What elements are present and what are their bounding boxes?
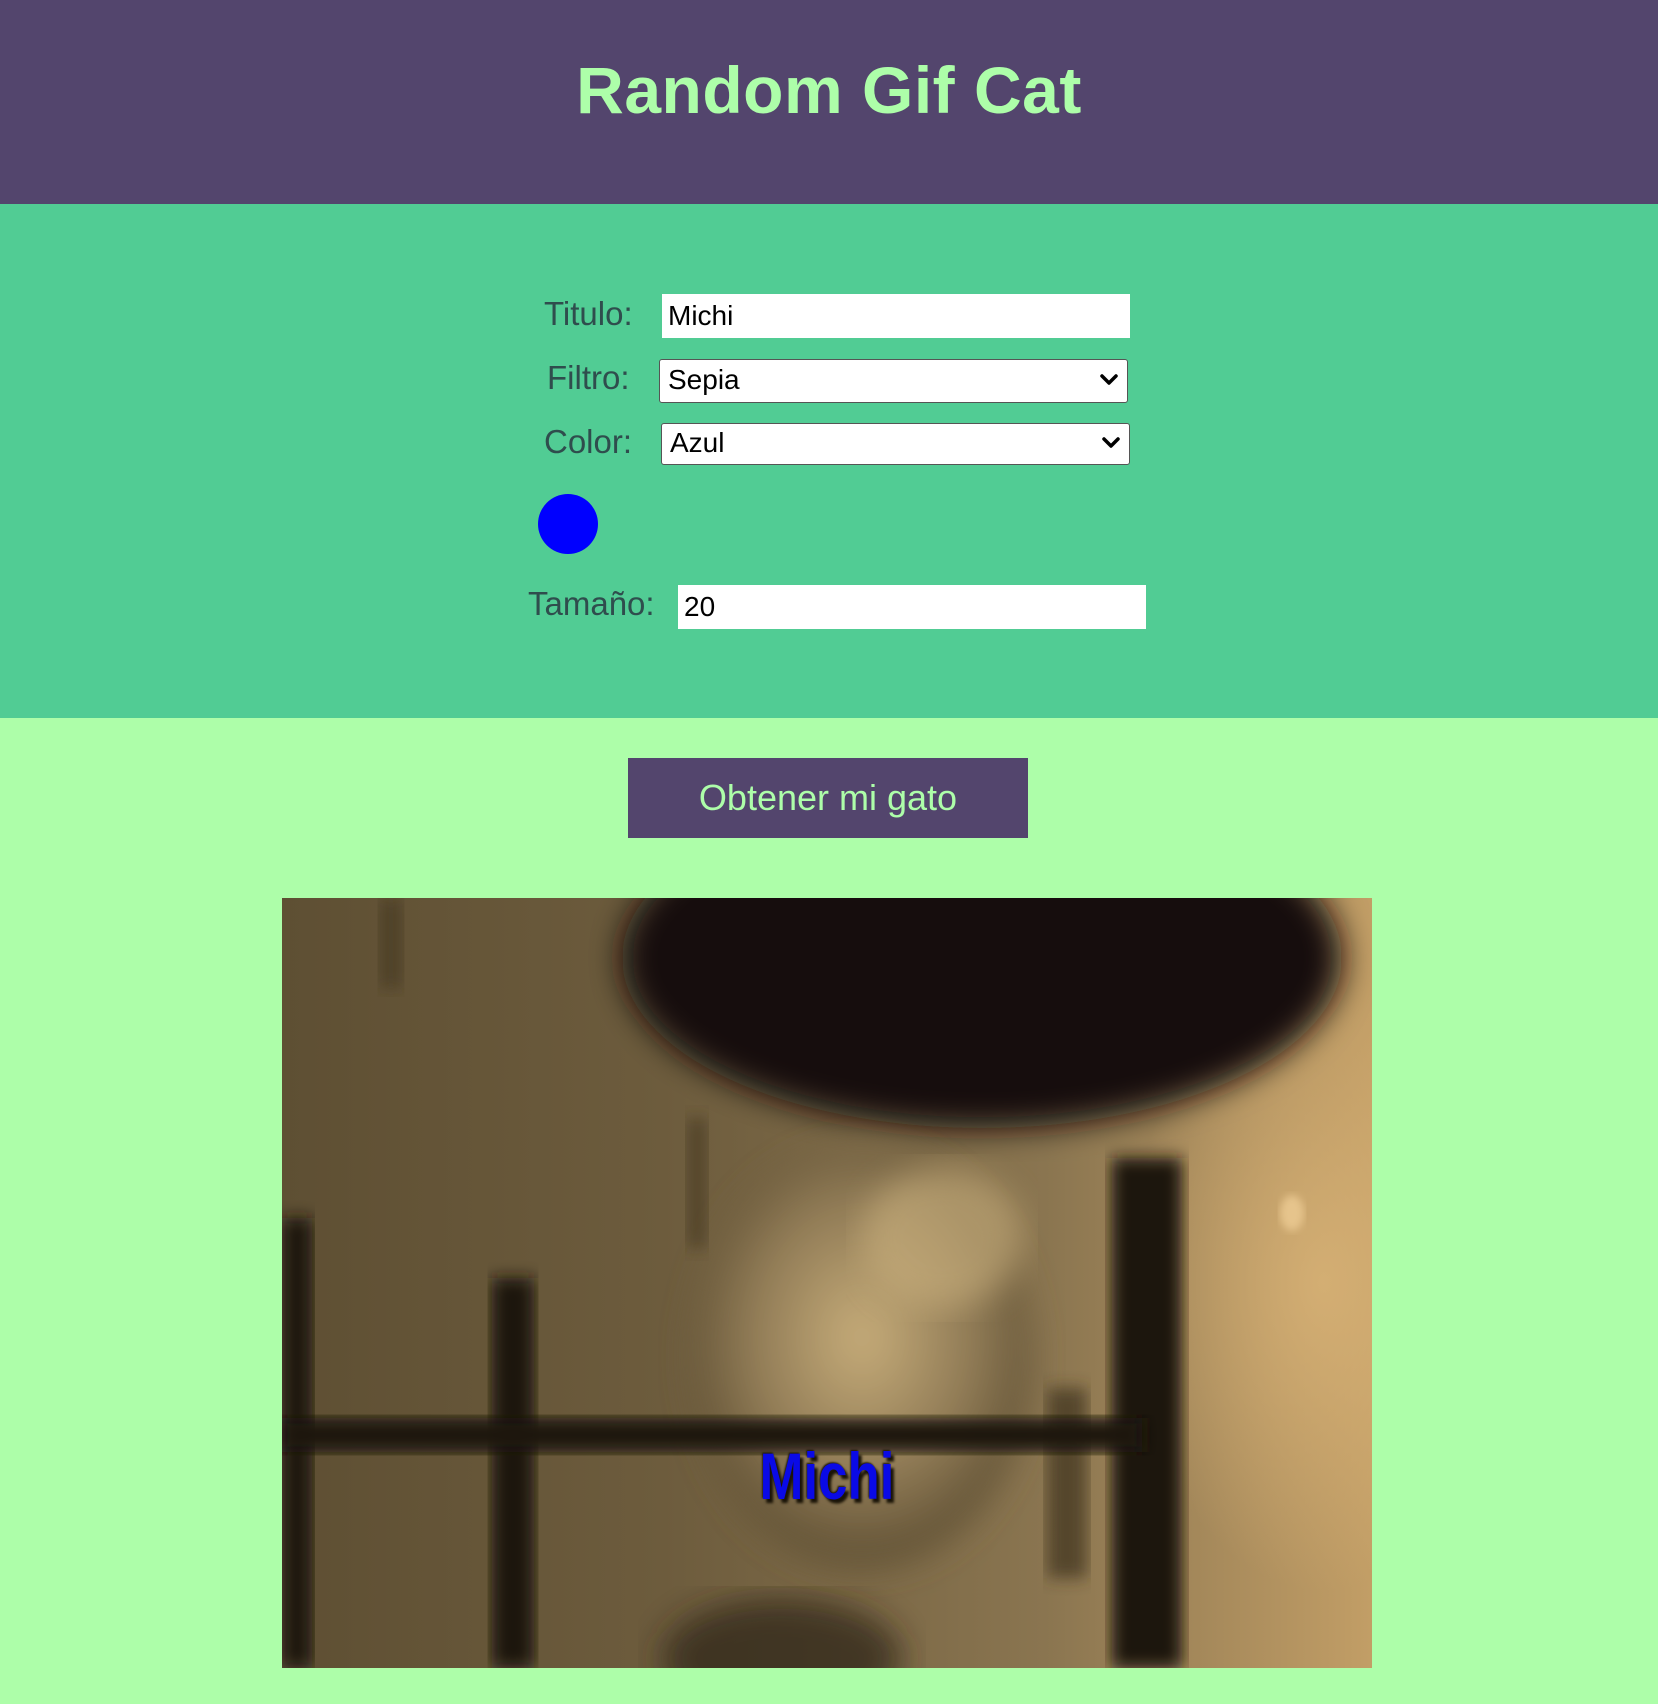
filtro-select[interactable]: Sepia: [659, 359, 1128, 403]
app-header: Random Gif Cat: [0, 0, 1658, 204]
chevron-down-icon: [1100, 374, 1118, 385]
filtro-label: Filtro:: [547, 359, 630, 396]
tamano-input[interactable]: 20: [678, 585, 1146, 629]
cat-gif-image: Michi: [282, 898, 1372, 1668]
titulo-input[interactable]: Michi: [662, 294, 1130, 338]
settings-form: Titulo: Michi Filtro: Sepia Color: Azul …: [0, 204, 1658, 718]
page-title: Random Gif Cat: [576, 53, 1082, 127]
color-selected-value: Azul: [670, 427, 725, 458]
filtro-selected-value: Sepia: [668, 364, 740, 395]
titulo-label: Titulo:: [544, 295, 633, 332]
get-cat-button[interactable]: Obtener mi gato: [628, 758, 1028, 838]
tamano-label: Tamaño:: [528, 585, 655, 622]
chevron-down-icon: [1102, 437, 1120, 448]
color-swatch: [538, 494, 598, 554]
gif-caption-text: Michi: [759, 1439, 895, 1513]
color-select[interactable]: Azul: [661, 423, 1130, 465]
color-label: Color:: [544, 423, 633, 460]
cat-gif-picture: [282, 898, 1372, 1668]
